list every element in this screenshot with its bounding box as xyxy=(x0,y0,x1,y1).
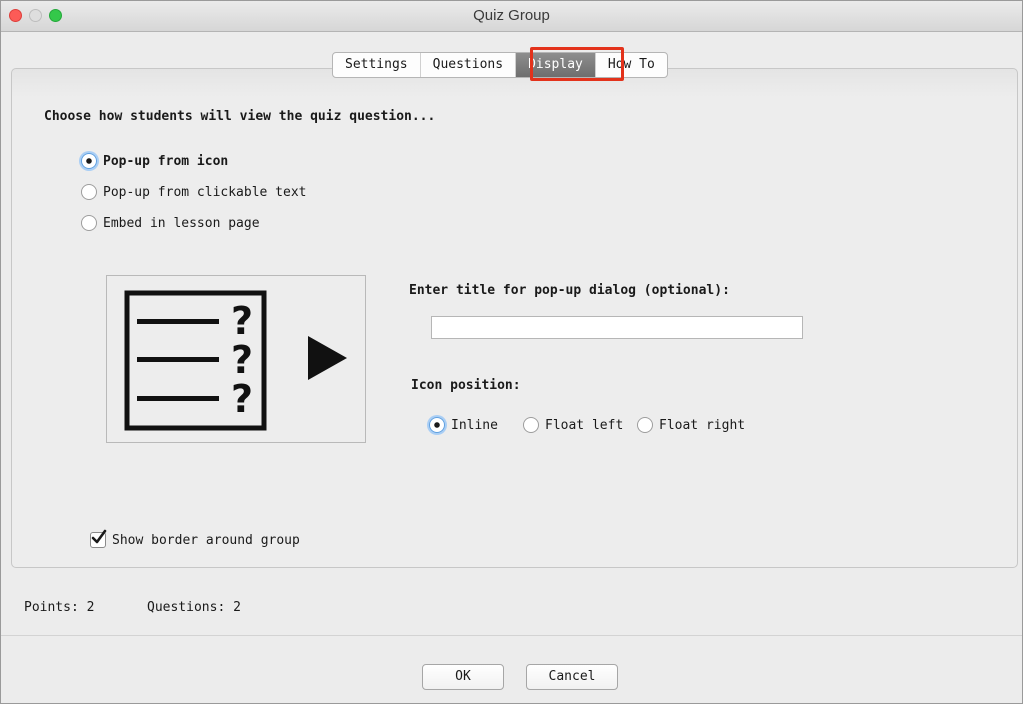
radio-button-selected[interactable] xyxy=(429,417,445,433)
icon-position-inline[interactable]: Inline xyxy=(429,417,498,433)
footer-divider xyxy=(1,635,1022,636)
view-option-label: Pop-up from icon xyxy=(103,153,229,169)
radio-button[interactable] xyxy=(81,215,97,231)
question-mark-icon: ? xyxy=(231,299,253,343)
view-option-popup-icon[interactable]: Pop-up from icon xyxy=(81,153,228,169)
ok-button[interactable]: OK xyxy=(422,664,504,690)
radio-button[interactable] xyxy=(81,184,97,200)
play-arrow-icon xyxy=(308,336,347,380)
icon-position-option-label: Float right xyxy=(659,417,746,433)
popup-title-label: Enter title for pop-up dialog (optional)… xyxy=(409,283,730,298)
question-line-icon xyxy=(137,319,219,324)
tab-settings[interactable]: Settings xyxy=(333,53,421,77)
quiz-group-window: Quiz Group Settings Questions Display Ho… xyxy=(0,0,1023,704)
quiz-icon-preview: ? ? ? xyxy=(124,290,347,431)
icon-position-option-label: Float left xyxy=(545,417,624,433)
points-count: Points: 2 xyxy=(24,600,95,615)
icon-position-option-label: Inline xyxy=(451,417,498,433)
view-mode-heading: Choose how students will view the quiz q… xyxy=(44,109,436,124)
view-option-embed[interactable]: Embed in lesson page xyxy=(81,215,260,231)
title-bar: Quiz Group xyxy=(1,1,1022,32)
window-title: Quiz Group xyxy=(473,7,550,24)
popup-title-input[interactable] xyxy=(431,316,803,339)
cancel-button[interactable]: Cancel xyxy=(526,664,618,690)
question-line-icon xyxy=(137,357,219,362)
question-mark-icon: ? xyxy=(231,377,253,421)
question-line-icon xyxy=(137,396,219,401)
view-option-label: Pop-up from clickable text xyxy=(103,184,307,200)
radio-button[interactable] xyxy=(637,417,653,433)
show-border-checkbox[interactable] xyxy=(90,529,107,548)
view-option-label: Embed in lesson page xyxy=(103,215,260,231)
show-border-option[interactable]: Show border around group xyxy=(90,529,300,548)
icon-position-float-left[interactable]: Float left xyxy=(523,417,623,433)
radio-button[interactable] xyxy=(523,417,539,433)
icon-position-float-right[interactable]: Float right xyxy=(637,417,745,433)
tab-questions[interactable]: Questions xyxy=(421,53,517,77)
questions-count: Questions: 2 xyxy=(147,600,241,615)
show-border-label: Show border around group xyxy=(112,532,300,548)
display-tab-highlight xyxy=(530,47,624,81)
icon-position-label: Icon position: xyxy=(411,378,521,393)
display-preview-image: ? ? ? xyxy=(106,275,366,443)
checkmark-icon xyxy=(91,529,107,544)
radio-button-selected[interactable] xyxy=(81,153,97,169)
question-mark-icon: ? xyxy=(231,338,253,382)
view-option-popup-text[interactable]: Pop-up from clickable text xyxy=(81,184,307,200)
